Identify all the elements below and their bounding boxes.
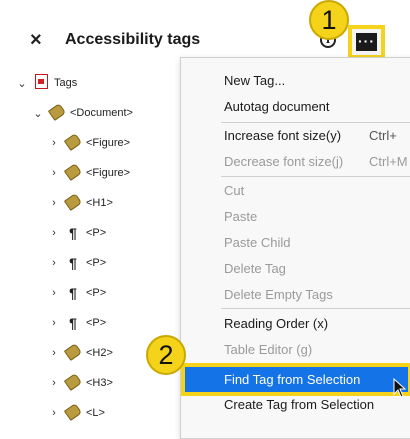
menu-item-label: Increase font size(y) <box>224 128 342 143</box>
tree-item-label: <P> <box>86 227 107 239</box>
tag-icon <box>63 402 83 421</box>
menu-item-table-editor[interactable]: Table Editor (g) <box>181 339 410 361</box>
tree-item-label: <P> <box>86 257 107 269</box>
menu-item-label: Autotag document <box>224 99 330 114</box>
chevron-right-icon[interactable]: › <box>48 137 60 149</box>
more-icon: ··· <box>356 33 377 51</box>
tag-icon <box>47 102 67 121</box>
menu-item-decrease-font[interactable]: Decrease font size(j) Ctrl+M <box>181 151 410 173</box>
tree-item-label: <H2> <box>86 347 113 359</box>
chevron-right-icon[interactable]: › <box>48 317 60 329</box>
menu-item-paste[interactable]: Paste <box>181 206 410 228</box>
tree-item[interactable]: › <Figure> <box>48 130 130 156</box>
tree-item-label: <Document> <box>70 107 133 119</box>
panel-title: Accessibility tags <box>65 31 201 48</box>
tree-item-label: <H1> <box>86 197 113 209</box>
tree-item[interactable]: › <Figure> <box>48 160 130 186</box>
tree-item-label: <Figure> <box>86 137 131 149</box>
tag-icon <box>63 372 83 391</box>
chevron-right-icon[interactable]: › <box>48 197 60 209</box>
tag-icon <box>63 192 83 211</box>
chevron-down-icon[interactable]: ⌄ <box>16 77 28 90</box>
chevron-right-icon[interactable]: › <box>48 377 60 389</box>
chevron-right-icon[interactable]: › <box>48 347 60 359</box>
chevron-right-icon[interactable]: › <box>48 227 60 239</box>
more-options-button[interactable]: ··· <box>348 25 385 59</box>
paragraph-icon: ¶ <box>69 315 77 331</box>
chevron-right-icon[interactable]: › <box>48 257 60 269</box>
chevron-right-icon[interactable]: › <box>48 407 60 419</box>
menu-item-label: Find Tag from Selection <box>224 372 361 387</box>
tree-item[interactable]: › ¶ <P> <box>48 250 106 276</box>
menu-item-label: Paste Child <box>224 235 291 250</box>
menu-item-label: Delete Empty Tags <box>224 287 333 302</box>
tree-item[interactable]: › <H2> <box>48 340 113 366</box>
menu-item-label: Reading Order (x) <box>224 316 329 331</box>
menu-item-increase-font[interactable]: Increase font size(y) Ctrl+ <box>181 125 410 147</box>
menu-item-shortcut: Ctrl+ <box>369 128 397 143</box>
menu-item-delete-empty-tags[interactable]: Delete Empty Tags <box>181 284 410 306</box>
tree-item-label: <P> <box>86 287 107 299</box>
close-icon[interactable]: × <box>30 30 46 50</box>
menu-item-paste-child[interactable]: Paste Child <box>181 232 410 254</box>
menu-separator <box>221 176 410 177</box>
menu-item-cut[interactable]: Cut <box>181 180 410 202</box>
menu-item-delete-tag[interactable]: Delete Tag <box>181 258 410 280</box>
menu-item-label: New Tag... <box>224 73 286 88</box>
paragraph-icon: ¶ <box>69 225 77 241</box>
tree-item[interactable]: › ¶ <P> <box>48 280 106 306</box>
menu-item-label: Decrease font size(j) <box>224 154 344 169</box>
tag-icon <box>63 342 83 361</box>
paragraph-icon: ¶ <box>69 255 77 271</box>
tree-item-label: <Figure> <box>86 167 131 179</box>
menu-separator <box>221 122 410 123</box>
menu-item-label: Paste <box>224 209 258 224</box>
tree-item-document[interactable]: ⌄ <Document> <box>32 100 133 126</box>
tree-item-label: <P> <box>86 317 107 329</box>
step-callout-1: 1 <box>309 0 349 40</box>
step-callout-2: 2 <box>146 335 186 375</box>
menu-item-new-tag[interactable]: New Tag... <box>181 70 410 92</box>
menu-item-label: Table Editor (g) <box>224 342 313 357</box>
menu-separator <box>221 308 410 309</box>
tree-item[interactable]: › <H3> <box>48 370 113 396</box>
menu-item-reading-order[interactable]: Reading Order (x) <box>181 313 410 335</box>
tree-item-label: <L> <box>86 407 105 419</box>
chevron-right-icon[interactable]: › <box>48 287 60 299</box>
paragraph-icon: ¶ <box>69 285 77 301</box>
menu-item-label: Create Tag from Selection <box>224 397 375 412</box>
options-menu: New Tag... Autotag document Increase fon… <box>180 57 410 439</box>
mouse-cursor-icon <box>393 378 407 398</box>
tree-item-label: <H3> <box>86 377 113 389</box>
menu-item-create-tag-from-selection[interactable]: Create Tag from Selection <box>181 394 410 416</box>
menu-item-autotag[interactable]: Autotag document <box>181 96 410 118</box>
menu-item-find-tag-from-selection[interactable]: Find Tag from Selection <box>181 363 410 396</box>
tree-item[interactable]: › ¶ <P> <box>48 220 106 246</box>
tree-item[interactable]: › <H1> <box>48 190 113 216</box>
menu-item-label: Cut <box>224 183 245 198</box>
menu-item-label: Delete Tag <box>224 261 286 276</box>
tree-item-label: Tags <box>54 77 78 89</box>
chevron-down-icon[interactable]: ⌄ <box>32 107 44 120</box>
tree-item[interactable]: › <L> <box>48 400 105 426</box>
chevron-right-icon[interactable]: › <box>48 167 60 179</box>
tree-item[interactable]: › ¶ <P> <box>48 310 106 336</box>
tag-icon <box>63 132 83 151</box>
tag-icon <box>63 162 83 181</box>
menu-item-shortcut: Ctrl+M <box>369 154 408 169</box>
pdf-icon <box>34 74 48 89</box>
tree-item-tags[interactable]: ⌄ Tags <box>16 70 77 96</box>
